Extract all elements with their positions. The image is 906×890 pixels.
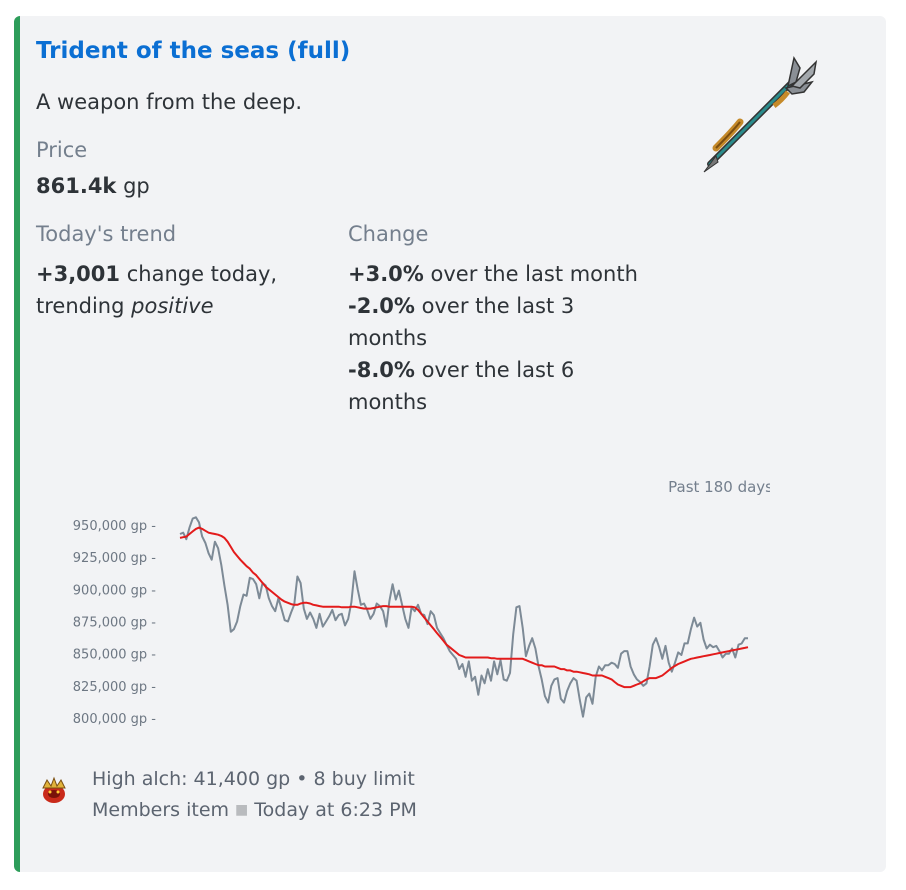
change-pct-3m: -2.0% [348,294,415,318]
change-pct-6m: -8.0% [348,358,415,382]
price-chart: Past 180 days 950,000 gp - 925,000 gp - 90… [73,478,770,727]
price-value: 861.4k gp [36,174,150,198]
trend-label: Today's trend [36,222,177,246]
change-row-6m: -8.0% over the last 6 months [348,354,648,418]
y-tick-label: 925,000 gp - [73,551,157,566]
chart-title: Past 180 days [668,478,770,496]
item-title-link[interactable]: Trident of the seas (full) [36,38,350,64]
y-tick-label: 900,000 gp - [73,583,157,598]
footer-line-2: Members item ■ Today at 6:23 PM [92,799,417,821]
y-tick-label: 875,000 gp - [73,616,157,631]
price-series-line [179,516,748,718]
y-tick-label: 825,000 gp - [73,680,157,695]
footer-separator: ■ [235,802,249,818]
price-amount: 861.4k [36,174,117,198]
chart-series [179,516,749,718]
change-label: Change [348,222,429,246]
trend-change-value: +3,001 [36,262,121,286]
high-alch-value: High alch: 41,400 gp [92,768,291,790]
trend-trending-text: trending [36,294,125,318]
trend-direction: positive [131,294,214,318]
item-description: A weapon from the deep. [36,90,303,114]
trident-icon [703,55,818,173]
y-tick-label: 850,000 gp - [73,648,157,663]
y-tick-label: 950,000 gp - [73,519,157,534]
average-series-line [179,526,749,689]
trend-change-text: change today, [126,262,278,286]
price-label: Price [36,138,88,162]
price-unit: gp [123,174,150,198]
footer-line-1: High alch: 41,400 gp • 8 buy limit [92,768,415,790]
footer-timestamp: Today at 6:23 PM [254,799,417,821]
y-tick-label: 800,000 gp - [73,712,157,727]
change-row-3m: -2.0% over the last 3 months [348,290,648,354]
members-text: Members item [92,799,230,821]
change-row-1m: +3.0% over the last month [348,258,648,290]
change-text-1m: over the last month [430,262,638,286]
members-icon [42,776,66,803]
change-list: +3.0% over the last month -2.0% over the… [348,258,648,418]
y-axis-ticks: 950,000 gp - 925,000 gp - 900,000 gp - 875,… [73,519,157,727]
footer-bullet: • [296,768,308,790]
trend-text: +3,001 change today, trending positive [36,258,336,322]
change-pct-1m: +3.0% [348,262,424,286]
buy-limit-value: 8 buy limit [313,768,415,790]
